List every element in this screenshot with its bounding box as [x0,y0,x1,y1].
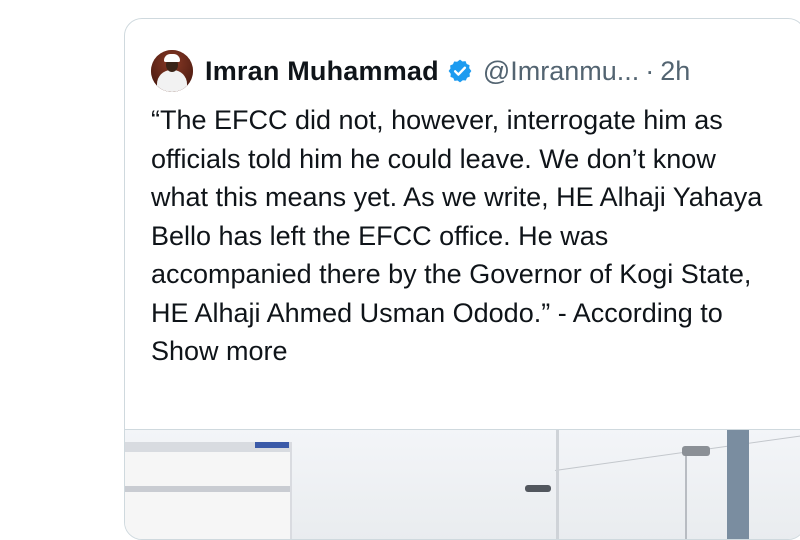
building-stripe [255,442,289,448]
building-ledge [125,486,290,492]
tweet-time[interactable]: 2h [660,56,690,87]
avatar-robe [157,70,187,92]
tweet-media-image[interactable] [125,429,800,539]
tweet-header: Imran Muhammad @Imranmu... · 2h [151,49,690,93]
quoted-tweet-card[interactable]: Imran Muhammad @Imranmu... · 2h “The EFC… [124,18,800,540]
author-handle[interactable]: @Imranmu... [483,56,639,87]
dot-separator: · [645,55,655,86]
avatar-cap [164,54,180,62]
tweet-text: “The EFCC did not, however, interrogate … [151,105,763,328]
building [125,442,292,539]
tweet-text-block: “The EFCC did not, however, interrogate … [151,101,771,371]
verified-badge-icon [448,59,472,83]
author-avatar[interactable] [151,50,193,92]
power-line [554,435,800,471]
lamp-post [685,448,687,539]
street-light [525,485,551,492]
blue-pole [727,430,749,539]
show-more-link[interactable]: Show more [151,336,288,366]
floodlight [682,446,710,456]
author-name[interactable]: Imran Muhammad [205,56,439,87]
antenna-mast [556,430,559,539]
